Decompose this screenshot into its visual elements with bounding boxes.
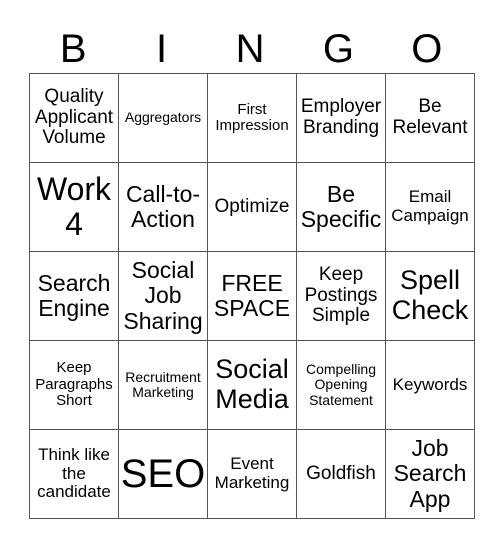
bingo-cell[interactable]: SEO	[118, 429, 208, 519]
bingo-cell[interactable]: Employer Branding	[296, 73, 386, 163]
grid-row: Work 4 Call-to-Action Optimize Be Specif…	[29, 162, 475, 252]
grid-row: Think like the candidate SEO Event Marke…	[29, 429, 475, 519]
grid-row: Keep Paragraphs Short Recruitment Market…	[29, 340, 475, 430]
header-letter-o: O	[411, 27, 443, 71]
bingo-cell[interactable]: Search Engine	[29, 251, 119, 341]
bingo-cell[interactable]: Compelling Opening Statement	[296, 340, 386, 430]
grid-row: Search Engine Social Job Sharing FREE SP…	[29, 251, 475, 341]
bingo-cell[interactable]: Think like the candidate	[29, 429, 119, 519]
bingo-cell[interactable]: Event Marketing	[207, 429, 297, 519]
bingo-cell[interactable]: Work 4	[29, 162, 119, 252]
bingo-header: B I N G O	[29, 26, 471, 72]
free-space-cell[interactable]: FREE SPACE	[207, 251, 297, 341]
bingo-cell[interactable]: Recruitment Marketing	[118, 340, 208, 430]
bingo-cell[interactable]: Optimize	[207, 162, 297, 252]
bingo-cell[interactable]: Social Job Sharing	[118, 251, 208, 341]
header-letter-i: I	[156, 27, 168, 71]
bingo-cell[interactable]: Spell Check	[385, 251, 475, 341]
bingo-cell[interactable]: Quality Applicant Volume	[29, 73, 119, 163]
bingo-cell[interactable]: Call-to-Action	[118, 162, 208, 252]
bingo-cell[interactable]: Keywords	[385, 340, 475, 430]
bingo-cell[interactable]: Goldfish	[296, 429, 386, 519]
header-letter-g: G	[322, 27, 354, 71]
bingo-cell[interactable]: Be Specific	[296, 162, 386, 252]
bingo-cell[interactable]: Keep Paragraphs Short	[29, 340, 119, 430]
bingo-cell[interactable]: Social Media	[207, 340, 297, 430]
bingo-grid: Quality Applicant Volume Aggregators Fir…	[29, 73, 475, 519]
header-letter-n: N	[235, 27, 265, 71]
bingo-cell[interactable]: First Impression	[207, 73, 297, 163]
bingo-cell[interactable]: Email Campaign	[385, 162, 475, 252]
bingo-cell[interactable]: Be Relevant	[385, 73, 475, 163]
bingo-cell[interactable]: Job Search App	[385, 429, 475, 519]
bingo-cell[interactable]: Aggregators	[118, 73, 208, 163]
header-letter-b: B	[59, 27, 87, 71]
grid-row: Quality Applicant Volume Aggregators Fir…	[29, 73, 475, 163]
bingo-cell[interactable]: Keep Postings Simple	[296, 251, 386, 341]
